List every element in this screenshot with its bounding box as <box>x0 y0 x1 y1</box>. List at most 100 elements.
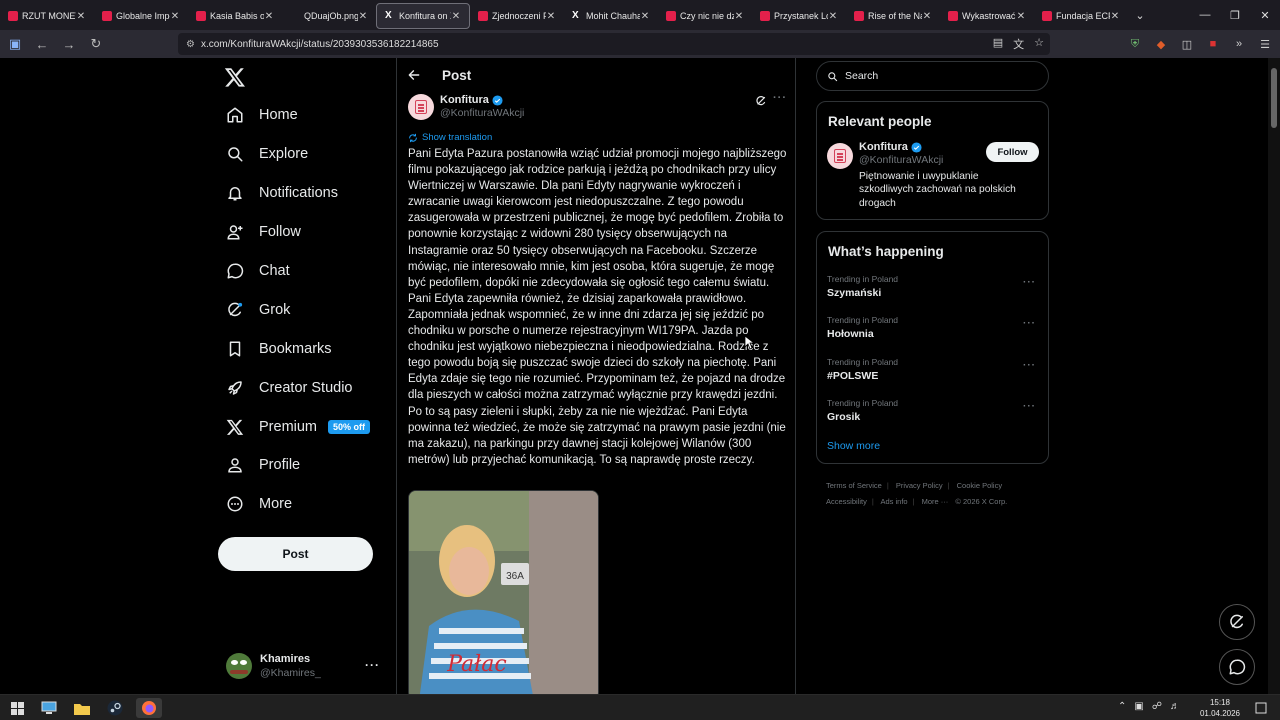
chevron-up-icon[interactable]: ⌃ <box>1118 701 1126 712</box>
close-tab-icon[interactable]: ✕ <box>828 11 838 22</box>
browser-tab[interactable]: Kasia Babis oma✕ <box>188 3 282 29</box>
computer-icon[interactable] <box>38 698 60 718</box>
nav-notifications[interactable]: Notifications <box>218 174 370 213</box>
grok-fab-button[interactable] <box>1219 604 1255 640</box>
close-tab-icon[interactable]: ✕ <box>76 11 86 22</box>
relevant-person-handle[interactable]: @KonfituraWAkcji <box>859 154 943 166</box>
x-logo-icon[interactable] <box>224 66 246 88</box>
relevant-person-name[interactable]: Konfitura <box>859 141 908 153</box>
ads-info-link[interactable]: Ads info <box>880 497 907 506</box>
post-more-icon[interactable]: ··· <box>773 92 787 104</box>
browser-tab[interactable]: Zjednoczeni Pra✕ <box>470 3 564 29</box>
tab-list-chevron-icon[interactable]: ⌄ <box>1128 9 1152 22</box>
browser-tab[interactable]: Przystanek Lomi✕ <box>752 3 846 29</box>
cookie-link[interactable]: Cookie Policy <box>957 481 1002 490</box>
trend-more-icon[interactable]: ··· <box>1023 360 1036 371</box>
show-more-link[interactable]: Show more <box>817 436 1048 452</box>
reader-view-icon[interactable]: ▤ <box>993 36 1003 52</box>
nav-grok[interactable]: Grok <box>218 290 370 329</box>
extension-fox-icon[interactable]: ◆ <box>1152 32 1170 56</box>
trend-item[interactable]: Trending in Poland #POLSWE ··· <box>817 354 1048 395</box>
extensions-icon[interactable]: ◫ <box>1178 32 1196 56</box>
steam-icon[interactable] <box>104 698 126 718</box>
addon-icon[interactable]: ■ <box>1204 32 1222 56</box>
browser-tab[interactable]: Fundacja ECPU |✕ <box>1034 3 1128 29</box>
browser-tab[interactable]: Rise of the Nazi✕ <box>846 3 940 29</box>
trend-more-icon[interactable]: ··· <box>1023 318 1036 329</box>
close-tab-icon[interactable]: ✕ <box>451 11 461 22</box>
browser-tab[interactable]: X Mohit Chauhan✕ <box>564 3 658 29</box>
browser-tab[interactable]: Czy nic nie dziej✕ <box>658 3 752 29</box>
post-media-image[interactable]: 36A Pałac <box>408 490 599 694</box>
firefox-icon[interactable] <box>136 698 162 718</box>
browser-tab[interactable]: X Konfitura on X:✕ <box>376 3 470 29</box>
author-handle[interactable]: @KonfituraWAkcji <box>440 107 524 119</box>
close-tab-icon[interactable]: ✕ <box>1016 11 1026 22</box>
more-dots-icon[interactable]: ··· <box>365 658 380 672</box>
post-author[interactable]: Konfitura @KonfituraWAkcji <box>408 94 524 120</box>
account-switcher[interactable]: Khamires @Khamires_ ··· <box>226 648 386 684</box>
browser-tab[interactable]: Wykastrować bi✕ <box>940 3 1034 29</box>
follow-button[interactable]: Follow <box>986 142 1039 162</box>
nav-creator-studio[interactable]: Creator Studio <box>218 368 370 407</box>
close-tab-icon[interactable]: ✕ <box>1110 11 1120 22</box>
restore-icon[interactable]: ❐ <box>1220 0 1250 30</box>
privacy-link[interactable]: Privacy Policy <box>896 481 943 490</box>
close-tab-icon[interactable]: ✕ <box>546 11 556 22</box>
nav-premium[interactable]: Premium 50% off <box>218 407 371 446</box>
browser-tab[interactable]: QDuajOb.png (obra✕ <box>282 3 376 29</box>
terms-link[interactable]: Terms of Service <box>826 481 882 490</box>
nav-more[interactable]: More <box>218 485 370 524</box>
network-icon[interactable]: ☍ <box>1152 701 1162 712</box>
back-icon[interactable]: ← <box>30 32 54 56</box>
compose-post-button[interactable]: Post <box>218 537 373 571</box>
nav-explore[interactable]: Explore <box>218 135 370 174</box>
display-icon[interactable]: ▣ <box>1134 701 1143 712</box>
translate-icon[interactable]: 文 <box>1013 36 1024 52</box>
scrollbar-thumb[interactable] <box>1271 68 1277 128</box>
site-info-icon[interactable]: ⚙ <box>186 39 195 50</box>
close-tab-icon[interactable]: ✕ <box>922 11 932 22</box>
trend-more-icon[interactable]: ··· <box>1023 277 1036 288</box>
nav-chat[interactable]: Chat <box>218 252 370 291</box>
close-tab-icon[interactable]: ✕ <box>640 11 650 22</box>
show-translation-link[interactable]: Show translation <box>408 132 492 143</box>
relevant-person-avatar[interactable] <box>827 143 853 169</box>
nav-bookmarks[interactable]: Bookmarks <box>218 329 370 368</box>
trend-item[interactable]: Trending in Poland Hołownia ··· <box>817 312 1048 353</box>
close-tab-icon[interactable]: ✕ <box>264 11 274 22</box>
notification-center-icon[interactable] <box>1250 698 1272 718</box>
close-tab-icon[interactable]: ✕ <box>170 11 180 22</box>
author-avatar[interactable] <box>408 94 434 120</box>
volume-icon[interactable]: ♬ <box>1170 701 1180 712</box>
file-explorer-icon[interactable] <box>71 698 93 718</box>
close-window-icon[interactable]: ✕ <box>1250 0 1280 30</box>
url-bar[interactable]: ⚙ x.com/KonfituraWAkcji/status/203930353… <box>178 33 1050 55</box>
trend-item[interactable]: Trending in Poland Grosik ··· <box>817 395 1048 436</box>
bookmark-star-icon[interactable]: ☆ <box>1034 36 1044 52</box>
windows-start-icon[interactable] <box>6 698 28 718</box>
menu-icon[interactable]: ☰ <box>1256 32 1274 56</box>
minimize-icon[interactable]: — <box>1190 0 1220 30</box>
author-name[interactable]: Konfitura <box>440 94 489 106</box>
nav-profile[interactable]: Profile <box>218 446 370 485</box>
browser-tab[interactable]: RZUT MONETĄ✕ <box>0 3 94 29</box>
tab-overview-icon[interactable]: ▣ <box>3 32 27 56</box>
close-tab-icon[interactable]: ✕ <box>358 11 368 22</box>
nav-home[interactable]: Home <box>218 96 370 135</box>
more-footer-link[interactable]: More ··· <box>922 497 949 506</box>
accessibility-link[interactable]: Accessibility <box>826 497 867 506</box>
nav-follow[interactable]: Follow <box>218 213 370 252</box>
trend-more-icon[interactable]: ··· <box>1023 401 1036 412</box>
relevant-person[interactable]: Konfitura @KonfituraWAkcji Piętnowanie i… <box>827 141 1048 219</box>
back-arrow-icon[interactable] <box>407 68 421 82</box>
reload-icon[interactable]: ↻ <box>84 32 108 56</box>
chat-fab-button[interactable] <box>1219 649 1255 685</box>
taskbar-clock[interactable]: 15:18 01.04.2026 <box>1200 697 1240 719</box>
close-tab-icon[interactable]: ✕ <box>734 11 744 22</box>
trend-item[interactable]: Trending in Poland Szymański ··· <box>817 271 1048 312</box>
grok-icon[interactable] <box>755 95 767 107</box>
forward-icon[interactable]: → <box>57 32 81 56</box>
page-scrollbar[interactable] <box>1268 58 1280 694</box>
shield-icon[interactable]: ⛨ <box>1126 32 1144 56</box>
